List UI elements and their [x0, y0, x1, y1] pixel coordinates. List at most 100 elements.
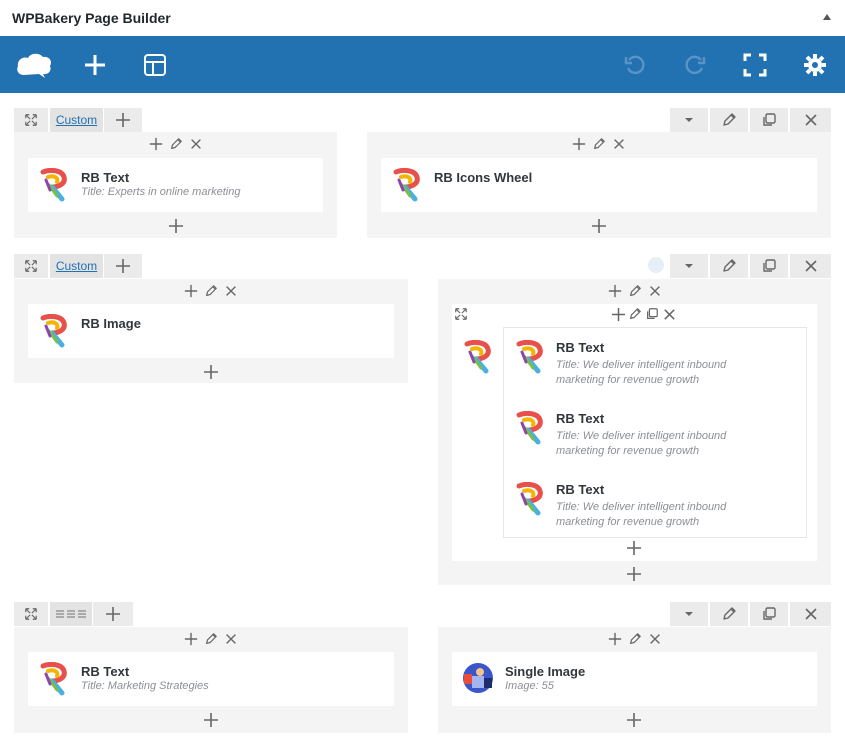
- column-delete-button[interactable]: [223, 283, 239, 299]
- undo-icon[interactable]: [620, 50, 650, 80]
- element-single-image[interactable]: Single Image Image: 55: [452, 652, 817, 706]
- column: RB Icons Wheel: [367, 132, 831, 238]
- element-subtitle: Image: 55: [505, 680, 554, 692]
- element-rb-icons-wheel[interactable]: RB Icons Wheel: [381, 158, 817, 212]
- inner-row-delete-button[interactable]: [661, 306, 677, 322]
- add-element-plus-icon[interactable]: [168, 218, 184, 234]
- row-toggle-button[interactable]: [670, 254, 708, 278]
- element-subtitle-line2: marketing for revenue growth: [556, 445, 700, 457]
- element-rb-text[interactable]: RB Text Title: We deliver intelligent in…: [504, 332, 806, 398]
- column-edit-button[interactable]: [591, 136, 607, 152]
- inner-add-element-plus-icon[interactable]: [626, 540, 642, 556]
- element-rb-text[interactable]: RB Text Title: We deliver intelligent in…: [504, 403, 806, 469]
- panel-header: WPBakery Page Builder: [0, 0, 845, 36]
- column-layout-icon: [55, 606, 87, 622]
- row-delete-button[interactable]: [790, 602, 831, 626]
- column-add-button[interactable]: [183, 631, 199, 647]
- element-title: RB Text: [556, 340, 605, 355]
- row-edit-button[interactable]: [710, 108, 748, 132]
- inner-row-controls: [610, 306, 677, 322]
- element-subtitle-line1: Title: We deliver intelligent inbound: [556, 430, 727, 442]
- inner-row-add-button[interactable]: [610, 306, 626, 322]
- add-element-icon[interactable]: [80, 50, 110, 80]
- row-layout-columns[interactable]: [50, 602, 92, 626]
- add-element-plus-icon[interactable]: [203, 712, 219, 728]
- rb-logo-icon: [40, 168, 68, 202]
- element-rb-text[interactable]: RB Text Title: Marketing Strategies: [28, 652, 394, 706]
- loading-indicator-icon: [648, 257, 664, 273]
- element-title: RB Text: [556, 482, 605, 497]
- settings-icon[interactable]: [800, 50, 830, 80]
- row-delete-button[interactable]: [790, 254, 831, 278]
- column-delete-button[interactable]: [188, 136, 204, 152]
- row-add-column-button[interactable]: [104, 108, 142, 132]
- row-add-column-button[interactable]: [104, 254, 142, 278]
- builder-toolbar: [0, 36, 845, 93]
- column-delete-button[interactable]: [647, 631, 663, 647]
- row-clone-button[interactable]: [750, 602, 788, 626]
- column-add-button[interactable]: [607, 283, 623, 299]
- image-thumbnail: [463, 663, 493, 693]
- element-subtitle: Title: Marketing Strategies: [81, 680, 209, 692]
- column-edit-button[interactable]: [627, 631, 643, 647]
- element-title: RB Text: [556, 411, 605, 426]
- rb-logo-icon: [40, 314, 68, 348]
- add-element-plus-icon[interactable]: [626, 712, 642, 728]
- row-layout-label[interactable]: Custom: [56, 259, 97, 273]
- row-layout-label[interactable]: Custom: [56, 113, 97, 127]
- templates-icon[interactable]: [140, 50, 170, 80]
- element-rb-text[interactable]: RB Text Title: We deliver intelligent in…: [504, 474, 806, 540]
- column-controls: [14, 132, 337, 156]
- row-add-column-button[interactable]: [93, 602, 133, 626]
- column-controls: [438, 627, 831, 651]
- row-move-handle[interactable]: [14, 254, 48, 278]
- row-move-handle[interactable]: [14, 602, 48, 626]
- rb-logo-icon: [516, 482, 544, 516]
- column: Single Image Image: 55: [438, 627, 831, 733]
- row-clone-button[interactable]: [750, 254, 788, 278]
- add-element-plus-icon[interactable]: [203, 364, 219, 380]
- row-layout-custom[interactable]: Custom: [50, 254, 103, 278]
- element-subtitle-line1: Title: We deliver intelligent inbound: [556, 359, 727, 371]
- inner-row-move-icon[interactable]: [454, 307, 470, 323]
- column-add-button[interactable]: [571, 136, 587, 152]
- add-element-plus-icon[interactable]: [626, 566, 642, 582]
- column-delete-button[interactable]: [611, 136, 627, 152]
- inner-row: RB Text Title: We deliver intelligent in…: [452, 304, 817, 561]
- rb-logo-icon: [40, 662, 68, 696]
- element-rb-image[interactable]: RB Image: [28, 304, 394, 358]
- inner-row-edit-button[interactable]: [627, 306, 643, 322]
- column-controls: [367, 132, 831, 156]
- row-delete-button[interactable]: [790, 108, 831, 132]
- column-add-button[interactable]: [183, 283, 199, 299]
- column-edit-button[interactable]: [203, 631, 219, 647]
- element-title: RB Icons Wheel: [434, 170, 533, 185]
- add-element-plus-icon[interactable]: [591, 218, 607, 234]
- logo-cloud-icon[interactable]: [14, 50, 54, 80]
- inner-row-clone-button[interactable]: [644, 306, 660, 322]
- column: RB Text Title: Experts in online marketi…: [14, 132, 337, 238]
- row-edit-button[interactable]: [710, 602, 748, 626]
- element-rb-text[interactable]: RB Text Title: Experts in online marketi…: [28, 158, 323, 212]
- row-toggle-button[interactable]: [670, 108, 708, 132]
- row-layout-custom[interactable]: Custom: [50, 108, 103, 132]
- column-delete-button[interactable]: [647, 283, 663, 299]
- fullscreen-icon[interactable]: [740, 50, 770, 80]
- element-subtitle-line1: Title: We deliver intelligent inbound: [556, 501, 727, 513]
- column-delete-button[interactable]: [223, 631, 239, 647]
- element-title: Single Image: [505, 664, 586, 679]
- row-toggle-button[interactable]: [670, 602, 708, 626]
- row-clone-button[interactable]: [750, 108, 788, 132]
- redo-icon[interactable]: [680, 50, 710, 80]
- column-edit-button[interactable]: [627, 283, 643, 299]
- column-add-button[interactable]: [148, 136, 164, 152]
- column-add-button[interactable]: [607, 631, 623, 647]
- column-edit-button[interactable]: [168, 136, 184, 152]
- column-controls: [14, 627, 408, 651]
- row-move-handle[interactable]: [14, 108, 48, 132]
- column-edit-button[interactable]: [203, 283, 219, 299]
- element-title: RB Image: [81, 316, 141, 331]
- row-edit-button[interactable]: [710, 254, 748, 278]
- column-controls: [438, 279, 831, 303]
- collapse-arrow-icon[interactable]: [823, 14, 831, 20]
